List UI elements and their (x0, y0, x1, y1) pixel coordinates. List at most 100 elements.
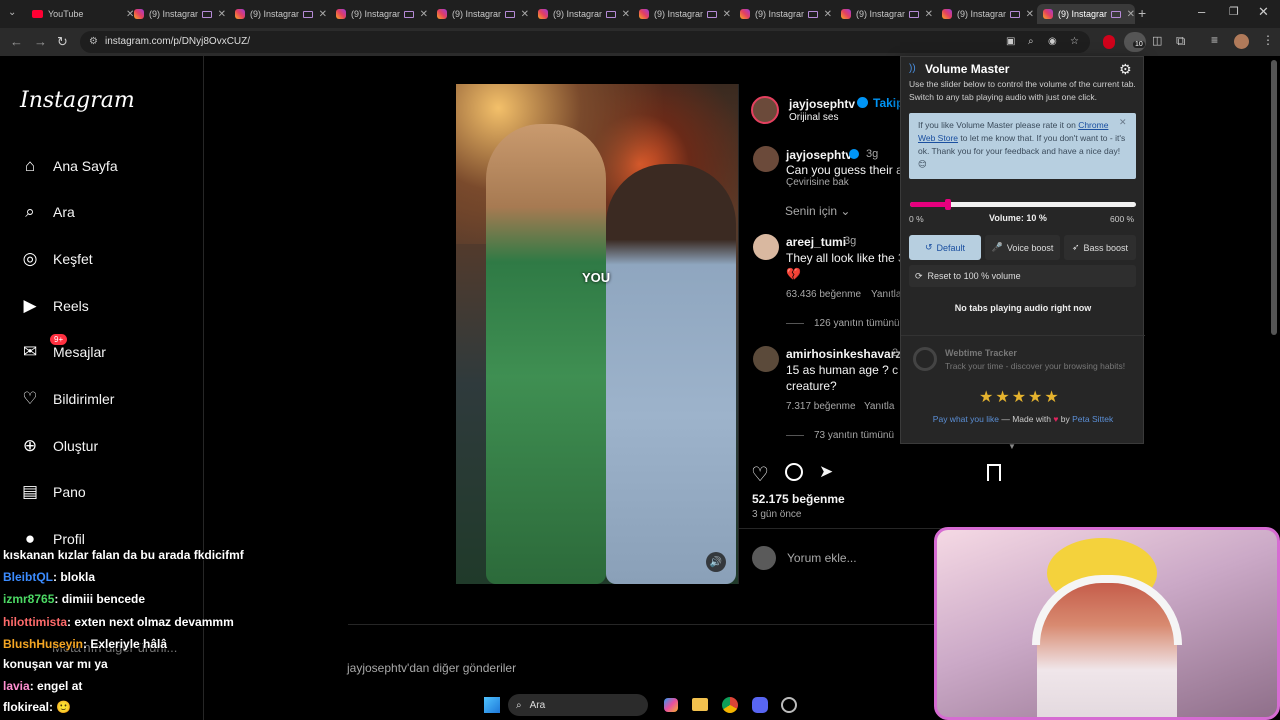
likes-count[interactable]: 52.175 beğenme (752, 492, 845, 506)
windows-start-icon[interactable] (484, 697, 500, 713)
tab-instagram[interactable]: (9) Instagram ✕ (936, 4, 1034, 24)
forward-icon[interactable]: → (34, 34, 47, 49)
default-button[interactable]: ↺ Default (909, 235, 981, 260)
nav-item-messenger[interactable]: ✉ 9+ Mesajlar (20, 334, 106, 364)
tab-media-icon[interactable] (1110, 10, 1121, 18)
nav-item-heart[interactable]: ♡ Bildirimler (20, 387, 114, 411)
comment-user[interactable]: areej_tumi (786, 235, 846, 249)
extension-red-icon[interactable] (1103, 35, 1115, 49)
tab-instagram[interactable]: (9) Instagram ✕ (633, 4, 731, 24)
close-tab-icon[interactable]: ✕ (420, 9, 428, 20)
tab-media-icon[interactable] (504, 10, 515, 18)
webtime-tracker-icon[interactable] (913, 347, 937, 371)
page-scrollbar[interactable] (1271, 60, 1277, 335)
tab-media-icon[interactable] (807, 10, 818, 18)
close-tab-icon[interactable]: ✕ (218, 9, 226, 20)
close-tab-icon[interactable]: ✕ (723, 9, 731, 20)
close-tab-icon[interactable]: ✕ (622, 9, 630, 20)
view-replies-link[interactable]: 126 yanıtın tümünü (814, 318, 900, 329)
bookmark-star-icon[interactable]: ☆ (1070, 31, 1079, 53)
nav-item-reels[interactable]: ▶ Reels (20, 294, 88, 318)
reload-icon[interactable]: ↻ (57, 34, 68, 50)
author-name[interactable]: jayjosephtv (789, 97, 855, 111)
nav-item-plus[interactable]: ⊕ Oluştur (20, 434, 98, 458)
tab-instagram[interactable]: (9) Instagram ✕ (1037, 4, 1135, 24)
menu-icon[interactable]: ⋮ (1262, 33, 1274, 47)
nav-item-compass[interactable]: ◎ Keşfet (20, 247, 93, 271)
author-avatar[interactable] (751, 96, 779, 124)
site-info-icon[interactable]: ⚙ (89, 31, 98, 53)
view-replies-link[interactable]: 73 yanıtın tümünü (814, 430, 894, 441)
reset-volume-button[interactable]: ⟳ Reset to 100 % volume (909, 265, 1136, 287)
caption-avatar[interactable] (753, 146, 779, 172)
back-icon[interactable]: ← (10, 34, 23, 49)
nav-item-home[interactable]: ⌂ Ana Sayfa (20, 154, 118, 178)
follow-button[interactable]: Takip (873, 96, 903, 110)
audio-label[interactable]: Orijinal ses (789, 112, 838, 123)
comment-user[interactable]: amirhosinkeshavarz (786, 347, 901, 361)
comment-bubble-icon[interactable] (785, 463, 803, 481)
comment-avatar[interactable] (753, 346, 779, 372)
app-icon[interactable] (781, 697, 797, 713)
close-tab-icon[interactable]: ✕ (1127, 9, 1135, 20)
tab-instagram[interactable]: (9) Instagram ✕ (229, 4, 327, 24)
chrome-icon[interactable] (722, 697, 738, 713)
close-tab-icon[interactable]: ✕ (319, 9, 327, 20)
mute-button[interactable]: 🔊 (706, 552, 726, 572)
promo-title[interactable]: Webtime Tracker (945, 348, 1017, 358)
profile-avatar[interactable] (1234, 34, 1249, 49)
more-posts-label[interactable]: jayjosephtv'dan diğer gönderiler (347, 661, 516, 675)
tab-media-icon[interactable] (908, 10, 919, 18)
taskbar-search[interactable]: ⌕ Ara (508, 694, 648, 716)
tab-youtube[interactable]: YouTube ✕ (26, 4, 144, 24)
tab-instagram[interactable]: (9) Instagram ✕ (128, 4, 226, 24)
close-tab-icon[interactable]: ✕ (521, 9, 529, 20)
share-send-icon[interactable]: ➤ (819, 462, 833, 482)
tab-instagram[interactable]: (9) Instagram ✕ (532, 4, 630, 24)
reel-video[interactable]: YOU 🔊 (456, 84, 738, 584)
tab-media-icon[interactable] (706, 10, 717, 18)
tab-instagram[interactable]: (9) Instagram ✕ (431, 4, 529, 24)
like-heart-icon[interactable]: ♡ (751, 462, 769, 487)
extensions-puzzle-icon[interactable]: ⧉ (1176, 33, 1185, 49)
close-tab-icon[interactable]: ✕ (1026, 9, 1034, 20)
sort-dropdown[interactable]: Senin için ⌄ (785, 204, 850, 218)
nav-item-dashboard[interactable]: ▤ Pano (20, 480, 86, 504)
pay-what-you-like-link[interactable]: Pay what you like (933, 414, 999, 424)
comment-reply-link[interactable]: Yanıtla (871, 289, 901, 300)
tab-instagram[interactable]: (9) Instagram ✕ (330, 4, 428, 24)
tab-instagram[interactable]: (9) Instagram ✕ (734, 4, 832, 24)
author-link[interactable]: Peta Sittek (1072, 414, 1113, 424)
tab-media-icon[interactable] (302, 10, 313, 18)
tab-media-icon[interactable] (1009, 10, 1020, 18)
tab-media-icon[interactable] (201, 10, 212, 18)
caption-author[interactable]: jayjosephtv (786, 148, 852, 162)
notice-close-icon[interactable]: ✕ (1119, 116, 1127, 129)
bass-boost-button[interactable]: ➶ Bass boost (1064, 235, 1136, 260)
voice-boost-button[interactable]: 🎤 Voice boost (985, 235, 1060, 260)
tab-media-icon[interactable] (605, 10, 616, 18)
file-explorer-icon[interactable] (692, 698, 708, 711)
reading-list-icon[interactable]: ≡ (1211, 33, 1218, 47)
new-tab-button[interactable]: + (1138, 5, 1146, 21)
close-tab-icon[interactable]: ✕ (925, 9, 933, 20)
tab-instagram[interactable]: (9) Instagram ✕ (835, 4, 933, 24)
eye-off-icon[interactable]: ◉ (1048, 31, 1057, 53)
save-bookmark-icon[interactable] (987, 464, 1001, 481)
settings-gear-icon[interactable]: ⚙ (1119, 61, 1132, 78)
copilot-icon[interactable] (664, 698, 678, 712)
zoom-icon[interactable]: ⌕ (1028, 31, 1034, 53)
volume-master-extension-icon[interactable]: 10 (1124, 32, 1146, 52)
comment-likes[interactable]: 7.317 beğenme (786, 401, 856, 412)
minimize-button[interactable]: – (1198, 4, 1205, 19)
nav-item-search[interactable]: ⌕ Ara (20, 200, 75, 224)
instagram-logo[interactable]: Instagram (20, 88, 135, 113)
comment-avatar[interactable] (753, 234, 779, 260)
extension-icon[interactable]: ◫ (1152, 34, 1162, 47)
comment-reply-link[interactable]: Yanıtla (864, 401, 894, 412)
close-window-button[interactable]: ✕ (1258, 4, 1269, 20)
tab-list-chevron-icon[interactable]: ⌄ (8, 7, 16, 18)
maximize-button[interactable]: ❐ (1229, 5, 1239, 18)
comment-likes[interactable]: 63.436 beğenme (786, 289, 861, 300)
volume-slider[interactable] (910, 199, 1136, 210)
